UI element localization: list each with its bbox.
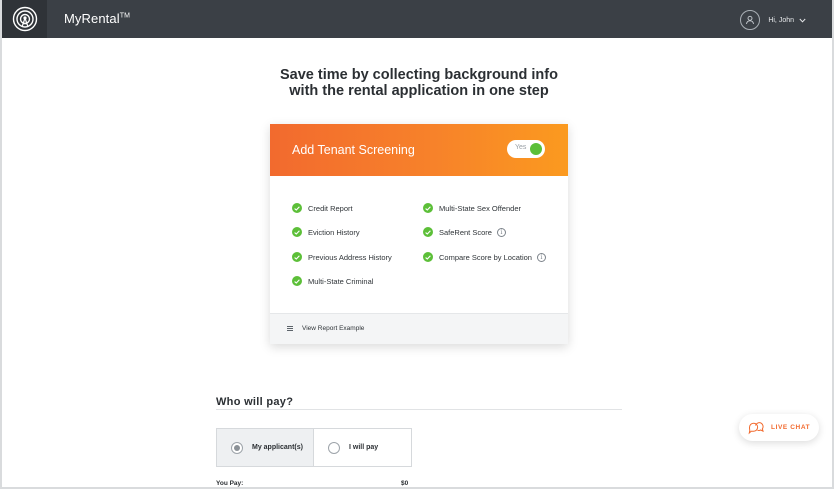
feature-item: Multi-State Sex Offender (423, 202, 521, 214)
feature-label: Credit Report (308, 203, 353, 213)
feature-item: Multi-State Criminal (292, 275, 373, 287)
chat-bubbles-icon (747, 421, 765, 435)
feature-item: SafeRent Score i (423, 226, 506, 238)
headline-line-2: with the rental application in one step (289, 83, 549, 99)
check-icon (292, 203, 302, 213)
user-greeting[interactable]: Hi, John (768, 17, 794, 24)
view-report-example-link[interactable]: View Report Example (287, 325, 364, 332)
radio-selected-icon[interactable] (231, 441, 243, 454)
page-headline: Save time by collecting background info … (2, 67, 832, 99)
card-header: Add Tenant Screening Yes (270, 124, 568, 176)
payer-option-applicants[interactable]: My applicant(s) (217, 429, 314, 466)
payer-option-label: I will pay (349, 444, 379, 451)
card-title: Add Tenant Screening (292, 143, 415, 157)
you-pay-label: You Pay: (216, 480, 244, 487)
feature-item: Eviction History (292, 226, 360, 238)
view-report-label: View Report Example (302, 325, 365, 332)
list-icon (287, 326, 293, 331)
feature-label: SafeRent Score (439, 227, 492, 237)
screening-toggle[interactable]: Yes (507, 140, 545, 158)
user-avatar-icon (746, 15, 755, 25)
check-icon (292, 227, 302, 237)
live-chat-button[interactable]: LIVE CHAT (739, 414, 819, 441)
info-icon[interactable]: i (496, 227, 506, 237)
check-icon (292, 252, 302, 262)
section-divider (216, 409, 622, 410)
feature-label: Multi-State Criminal (308, 276, 374, 286)
check-icon (423, 252, 433, 262)
you-pay-amount: $0 (401, 480, 409, 487)
logo[interactable] (2, 0, 47, 38)
feature-item: Compare Score by Location i (423, 251, 546, 263)
check-icon (423, 227, 433, 237)
user-menu[interactable]: Hi, John (740, 9, 806, 31)
payer-option-self[interactable]: I will pay (314, 429, 411, 466)
trademark: TM (119, 12, 131, 20)
top-navbar: MyRentalTM Hi, John (2, 0, 832, 38)
feature-item: Credit Report (292, 202, 353, 214)
app-name: MyRental (64, 11, 120, 26)
signal-tower-logo-icon (12, 6, 37, 32)
radio-unselected-icon[interactable] (328, 441, 340, 454)
feature-item: Previous Address History (292, 251, 392, 263)
toggle-label: Yes (515, 144, 527, 151)
feature-label: Multi-State Sex Offender (439, 203, 521, 213)
app-frame: MyRentalTM Hi, John Save time by collect… (0, 0, 834, 489)
feature-label: Compare Score by Location (439, 252, 532, 262)
check-icon (292, 276, 302, 286)
check-icon (423, 203, 433, 213)
info-icon[interactable]: i (536, 252, 546, 262)
avatar[interactable] (740, 10, 761, 30)
toggle-knob (530, 143, 542, 155)
card-footer: View Report Example (270, 313, 568, 344)
app-title: MyRentalTM (64, 11, 130, 26)
live-chat-label: LIVE CHAT (771, 424, 811, 431)
feature-label: Eviction History (308, 227, 360, 237)
payer-options: My applicant(s) I will pay (216, 428, 412, 467)
chevron-down-icon[interactable] (799, 18, 806, 23)
payer-option-label: My applicant(s) (252, 444, 303, 451)
headline-line-1: Save time by collecting background info (280, 67, 558, 83)
feature-label: Previous Address History (308, 252, 392, 262)
tenant-screening-card: Add Tenant Screening Yes Credit Report E… (270, 124, 568, 344)
who-will-pay-heading: Who will pay? (216, 396, 294, 408)
